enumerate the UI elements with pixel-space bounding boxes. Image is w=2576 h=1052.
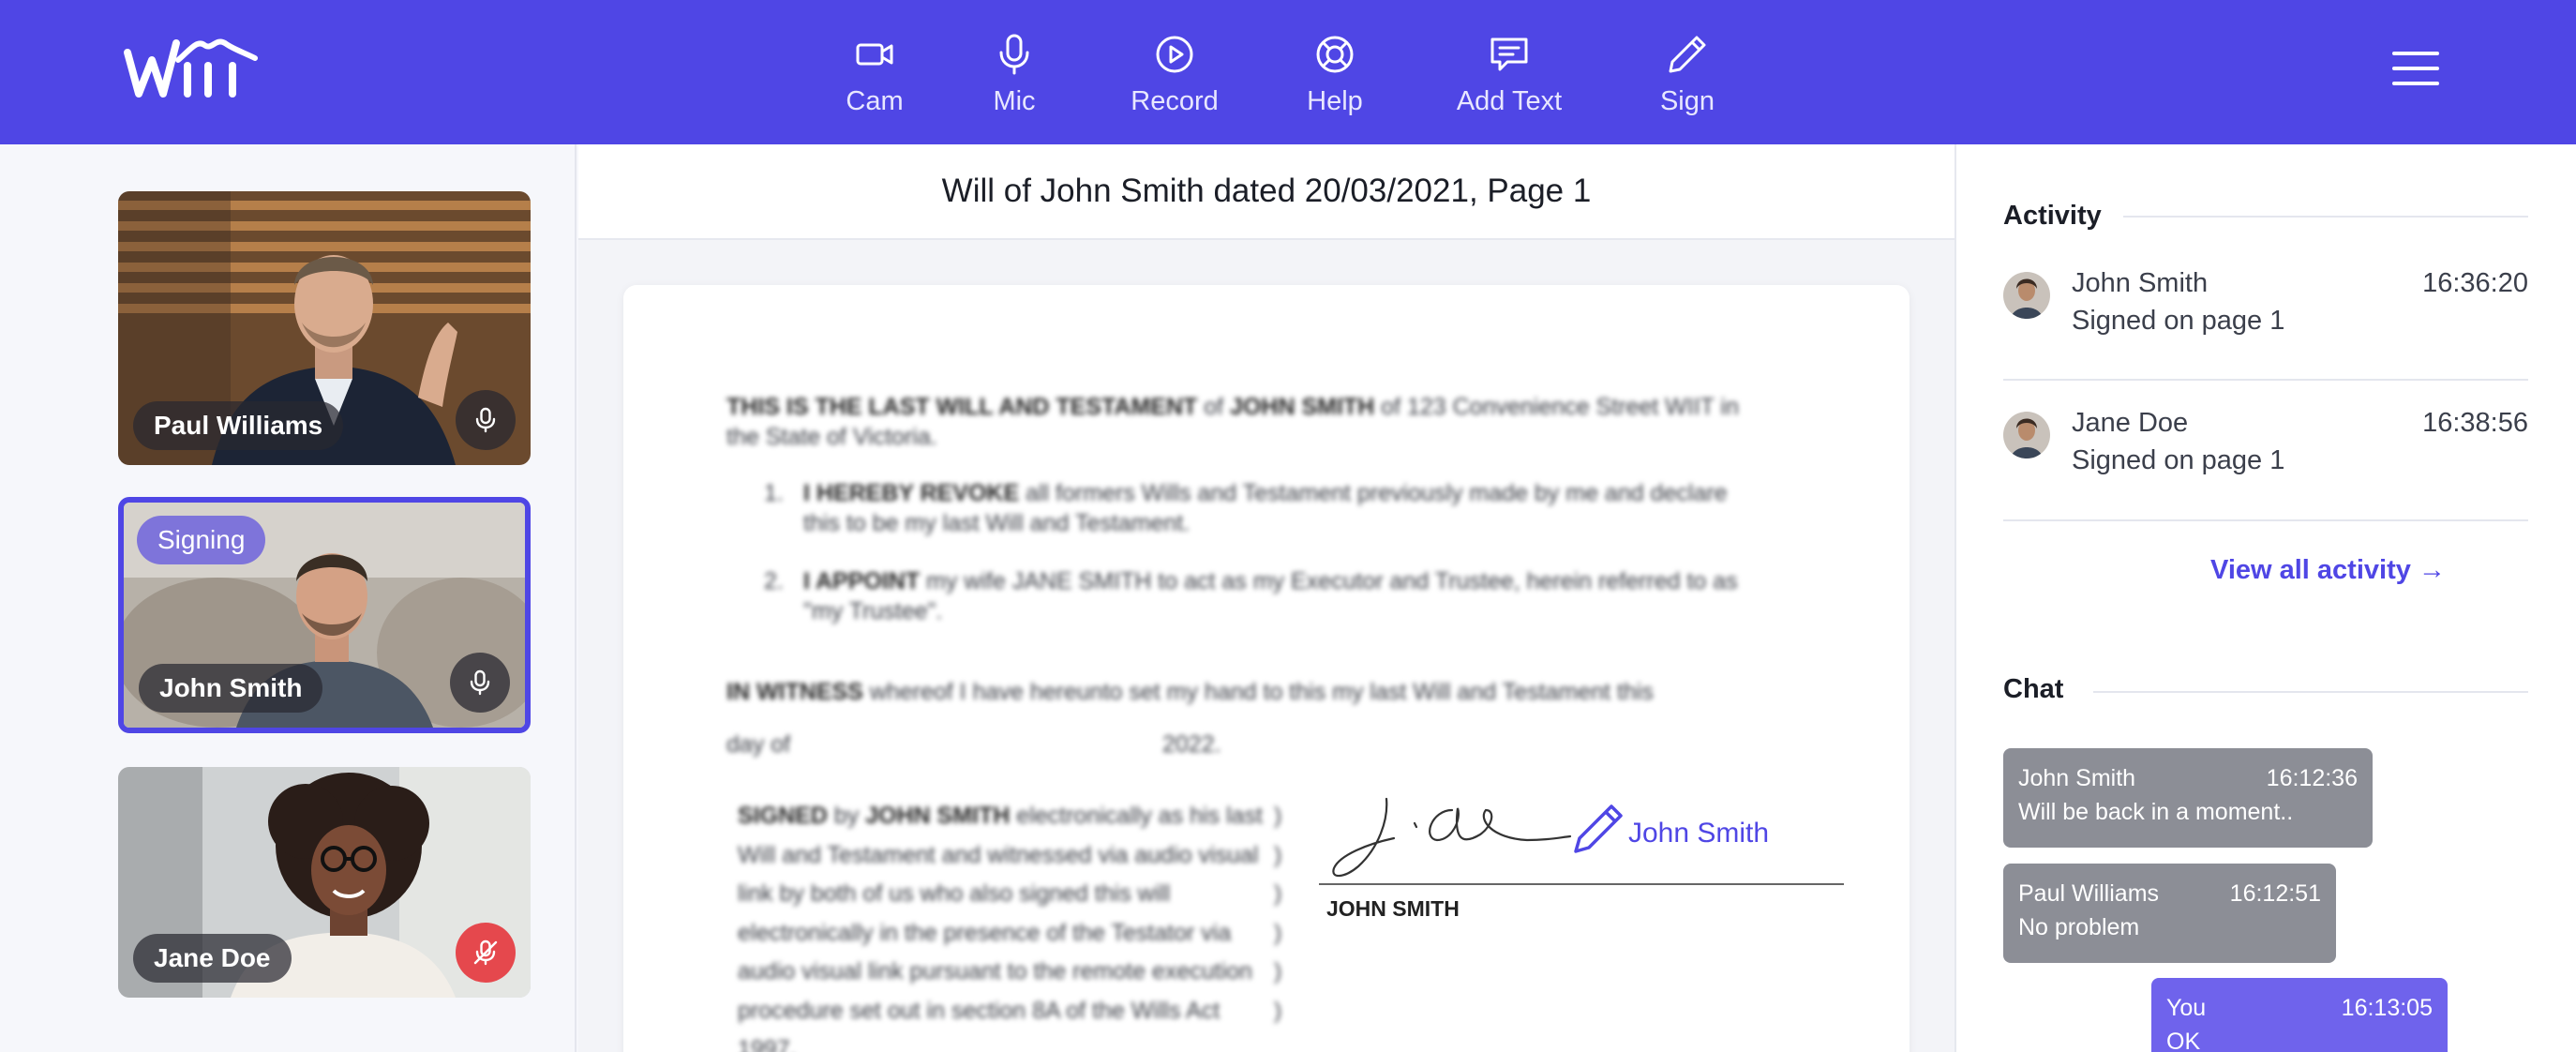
signature-line [1319, 883, 1844, 885]
hamburger-icon[interactable] [2392, 52, 2439, 85]
signature-label: JOHN SMITH [1326, 896, 1460, 921]
will-intro: THIS IS THE LAST WILL AND TESTAMENT of J… [726, 394, 1739, 450]
participant-mic-button[interactable] [450, 653, 510, 713]
avatar [2003, 272, 2050, 319]
participant-mic-button[interactable] [456, 390, 516, 450]
activity-action: Signed on page 1 [2072, 306, 2285, 336]
camera-icon [856, 43, 893, 66]
participant-name: Jane Doe [133, 934, 292, 983]
pen-icon [1574, 804, 1623, 853]
toolbar: Cam Mic Record Help Add Text Sign [816, 0, 1772, 144]
signer-link[interactable]: John Smith [1628, 818, 1769, 849]
activity-item: John Smith Signed on page 1 16:36:20 [2003, 257, 2528, 398]
mic-button[interactable]: Mic [934, 0, 1095, 144]
mic-label: Mic [993, 86, 1036, 116]
sign-label: Sign [1659, 86, 1715, 116]
pen-icon [1669, 36, 1706, 73]
chat-title: Chat [2003, 674, 2064, 704]
chat-text: No problem [2018, 914, 2140, 940]
microphone-icon [475, 407, 496, 433]
sign-button[interactable]: Sign [1603, 0, 1772, 144]
chat-message: Paul Williams 16:12:51 No problem [2003, 864, 2336, 963]
participant-mic-button[interactable] [456, 923, 516, 983]
participant-tile-jane[interactable]: Jane Doe [118, 767, 531, 998]
chat-text: OK [2166, 1029, 2201, 1052]
chat-text: Will be back in a moment.. [2018, 799, 2294, 825]
activity-time: 16:38:56 [2422, 408, 2528, 438]
document-panel: Will of John Smith dated 20/03/2021, Pag… [578, 144, 1954, 1052]
add-text-label: Add Text [1456, 86, 1563, 116]
help-label: Help [1307, 86, 1363, 116]
signature-area[interactable]: John Smith JOHN SMITH [1308, 782, 1870, 941]
activity-item: Jane Doe Signed on page 1 16:38:56 [2003, 397, 2528, 537]
participant-tile-john[interactable]: Signing John Smith [118, 497, 531, 733]
record-icon [1156, 36, 1193, 73]
signing-badge: Signing [137, 516, 266, 564]
activity-time: 16:36:20 [2422, 268, 2528, 298]
cam-label: Cam [846, 86, 904, 116]
divider [2093, 691, 2528, 693]
microphone-icon [470, 669, 490, 696]
microphone-icon [999, 34, 1029, 75]
divider [2123, 216, 2528, 218]
chat-sender: John Smith [2018, 765, 2136, 791]
will-date-line: day of 2022. [726, 731, 1221, 758]
help-button[interactable]: Help [1254, 0, 1415, 144]
add-text-button[interactable]: Add Text [1415, 0, 1603, 144]
document-title: Will of John Smith dated 20/03/2021, Pag… [578, 144, 1954, 240]
activity-user: Jane Doe [2072, 408, 2189, 438]
participant-name: Paul Williams [133, 401, 344, 450]
chat-sender: Paul Williams [2018, 880, 2160, 907]
avatar [2003, 412, 2050, 458]
participant-name: John Smith [139, 664, 323, 713]
signature-scribble [1332, 797, 1572, 878]
will-brackets: ) ) ) ) ) ) [1274, 803, 1282, 1024]
participant-tile-paul[interactable]: Paul Williams [118, 191, 531, 465]
chat-time: 16:12:36 [2266, 765, 2358, 791]
will-attestation: SIGNED by JOHN SMITH electronically as h… [738, 803, 1263, 1052]
chat-message: John Smith 16:12:36 Will be back in a mo… [2003, 748, 2373, 848]
activity-sidebar: Activity John Smith Signed on page 1 16:… [1954, 144, 2576, 1052]
witt-logo[interactable] [122, 32, 258, 103]
top-bar: Cam Mic Record Help Add Text Sign [0, 0, 2576, 144]
divider [2003, 379, 2528, 381]
will-witness: IN WITNESS whereof I have hereunto set m… [726, 679, 1654, 705]
divider [2003, 519, 2528, 521]
activity-user: John Smith [2072, 268, 2209, 298]
chat-time: 16:12:51 [2229, 880, 2321, 907]
comment-icon [1490, 38, 1528, 71]
view-all-activity-link[interactable]: View all activity → [2210, 555, 2446, 586]
cam-button[interactable]: Cam [816, 0, 934, 144]
chat-message-own: You 16:13:05 OK [2151, 978, 2448, 1052]
lifebuoy-icon [1316, 36, 1354, 73]
activity-title: Activity [2003, 201, 2102, 231]
record-button[interactable]: Record [1095, 0, 1254, 144]
record-label: Record [1131, 86, 1219, 116]
document-page[interactable]: THIS IS THE LAST WILL AND TESTAMENT of J… [623, 285, 1910, 1052]
chat-time: 16:13:05 [2341, 995, 2433, 1021]
activity-action: Signed on page 1 [2072, 445, 2285, 475]
microphone-muted-icon [473, 939, 498, 966]
chat-sender: You [2166, 995, 2207, 1021]
